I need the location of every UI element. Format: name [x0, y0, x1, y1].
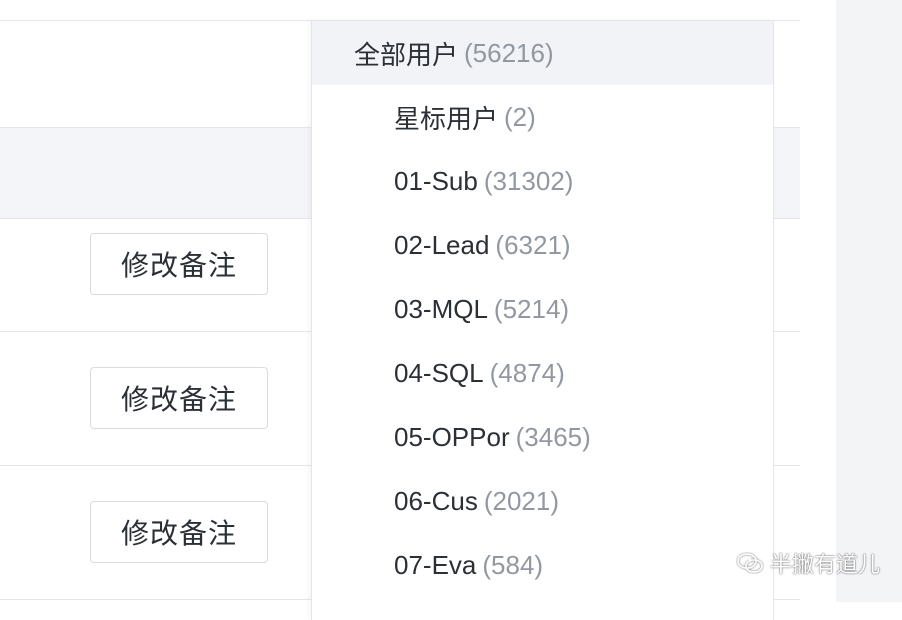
dropdown-item-label: 06-Cus: [394, 485, 478, 516]
dropdown-item-count: (2): [504, 101, 536, 132]
watermark-text: 半撇有道儿: [770, 552, 881, 577]
dropdown-item-label: 05-OPPor: [394, 421, 510, 452]
edit-remark-button[interactable]: 修改备注: [90, 233, 268, 295]
dropdown-item-count: (2021): [483, 485, 559, 516]
edit-remark-button[interactable]: 修改备注: [90, 501, 268, 563]
dropdown-item-count: (584): [482, 549, 544, 580]
watermark: 半撇有道儿: [736, 546, 880, 580]
dropdown-item-count: (6321): [495, 229, 571, 260]
dropdown-item-count: (3465): [515, 421, 591, 452]
user-group-dropdown: 全部用户 (56216) 星标用户 (2) 01-Sub (31302) 02-…: [311, 20, 774, 620]
edit-remark-button[interactable]: 修改备注: [90, 367, 268, 429]
dropdown-item-oppor[interactable]: 05-OPPor (3465): [312, 405, 773, 469]
dropdown-item-label: 02-Lead: [394, 229, 490, 260]
wechat-icon: [737, 553, 763, 573]
dropdown-item-eva[interactable]: 07-Eva (584): [312, 533, 773, 597]
dropdown-item-sql[interactable]: 04-SQL (4874): [312, 341, 773, 405]
dropdown-item-starred-users[interactable]: 星标用户 (2): [312, 85, 773, 149]
dropdown-item-cus[interactable]: 06-Cus (2021): [312, 469, 773, 533]
dropdown-item-count: (4874): [489, 357, 565, 388]
dropdown-item-label: 07-Eva: [394, 549, 477, 580]
dropdown-item-label: 04-SQL: [394, 357, 484, 388]
dropdown-item-label: 01-Sub: [394, 165, 478, 196]
dropdown-item-label: 全部用户: [354, 39, 459, 70]
dropdown-item-all-users[interactable]: 全部用户 (56216): [312, 21, 773, 85]
dropdown-item-count: (31302): [483, 165, 574, 196]
dropdown-item-label: 03-MQL: [394, 293, 488, 324]
dropdown-item-mql[interactable]: 03-MQL (5214): [312, 277, 773, 341]
page-side-panel: [836, 0, 902, 602]
dropdown-item-sub[interactable]: 01-Sub (31302): [312, 149, 773, 213]
dropdown-item-count: (5214): [493, 293, 570, 324]
dropdown-item-label: 星标用户: [394, 103, 499, 134]
dropdown-item-count: (56216): [464, 37, 554, 68]
dropdown-item-lead[interactable]: 02-Lead (6321): [312, 213, 773, 277]
